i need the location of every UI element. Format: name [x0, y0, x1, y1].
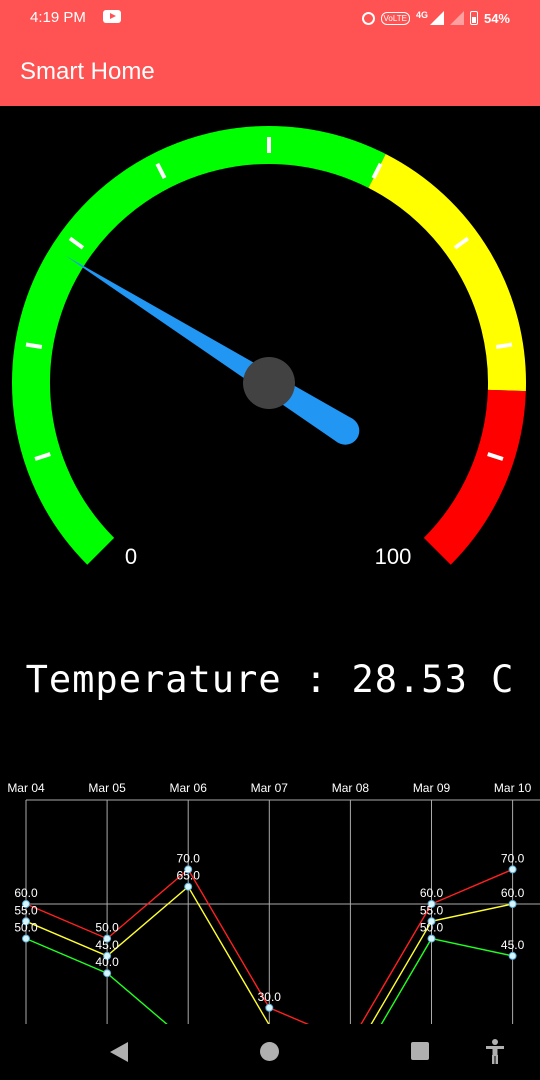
- accessibility-icon[interactable]: [484, 1038, 506, 1064]
- gauge-tick: [495, 342, 513, 349]
- chart-data-label: 45.0: [501, 938, 525, 952]
- chart-x-tick-label: Mar 04: [7, 781, 45, 795]
- signal-icon: [429, 11, 444, 25]
- chart-data-label: 60.0: [14, 886, 38, 900]
- gauge-ticks: [25, 137, 513, 461]
- chart-x-tick-label: Mar 05: [88, 781, 126, 795]
- gauge-red-zone: [423, 389, 526, 565]
- chart-data-point: [184, 882, 193, 891]
- chart-x-tick-label: Mar 06: [170, 781, 208, 795]
- app-title: Smart Home: [20, 58, 155, 85]
- chart-data-point: [508, 951, 517, 960]
- chart-data-label: 70.0: [501, 851, 525, 865]
- chart-x-tick-label: Mar 10: [494, 781, 532, 795]
- temperature-label: Temperature :: [25, 658, 352, 701]
- chart-x-tick-label: Mar 08: [332, 781, 370, 795]
- chart-data-label: 65.0: [177, 869, 201, 883]
- status-icons: VoLTE 4G 54%: [361, 8, 510, 28]
- navigation-bar: [0, 1024, 540, 1080]
- battery-percentage: 54%: [483, 10, 510, 26]
- chart-data-label: 50.0: [420, 921, 444, 935]
- chart-data-label: 40.0: [95, 955, 119, 969]
- chart-data-label: 50.0: [14, 921, 38, 935]
- temperature-readout: Temperature : 28.53 C: [0, 658, 540, 701]
- status-time: 4:19 PM: [30, 9, 86, 26]
- chart-x-tick-label: Mar 07: [251, 781, 289, 795]
- signal-icon: [449, 11, 464, 25]
- chart-data-point: [427, 934, 436, 943]
- gauge-tick: [25, 342, 43, 349]
- gauge-yellow-zone: [368, 154, 526, 392]
- back-icon[interactable]: [110, 1042, 128, 1062]
- chart-data-point: [508, 900, 517, 908]
- chart-data-point: [508, 865, 517, 874]
- history-line-chart: Mar 04 Mar 05 Mar 06 Mar 07 Mar 08 Mar 09 Mar …: [7, 781, 540, 1024]
- chart-data-label: 50.0: [95, 921, 119, 935]
- recents-icon[interactable]: [411, 1042, 429, 1060]
- gauge-hub: [243, 357, 295, 409]
- gauge-needle: [65, 255, 353, 443]
- gauge-min-label: 0: [125, 544, 137, 569]
- youtube-icon: [103, 10, 121, 23]
- chart-data-point: [22, 934, 30, 943]
- chart-data-label: 60.0: [420, 886, 444, 900]
- alarm-icon: [361, 11, 375, 25]
- chart-data-label: 45.0: [95, 938, 119, 952]
- battery-icon: [469, 11, 478, 25]
- chart-data-label: 60.0: [501, 886, 525, 900]
- gauge-max-label: 100: [375, 544, 412, 569]
- chart-data-point: [103, 969, 112, 978]
- temperature-value: 28.53 C: [351, 658, 515, 701]
- volte-icon: VoLTE: [380, 11, 410, 25]
- chart-data-label: 30.0: [258, 990, 282, 1004]
- app-bar: Smart Home: [0, 34, 540, 106]
- chart-data-label: 70.0: [177, 851, 201, 865]
- home-icon[interactable]: [260, 1042, 279, 1061]
- chart-x-tick-label: Mar 09: [413, 781, 451, 795]
- temperature-gauge: 0 100: [12, 126, 526, 569]
- gauge-needle-tail: [331, 416, 360, 445]
- chart-data-point: [265, 1003, 274, 1012]
- chart-data-label: 55.0: [420, 903, 444, 917]
- chart-data-label: 55.0: [14, 903, 38, 917]
- status-bar: 4:19 PM VoLTE 4G 54%: [0, 0, 540, 34]
- network-type-label: 4G: [415, 9, 428, 20]
